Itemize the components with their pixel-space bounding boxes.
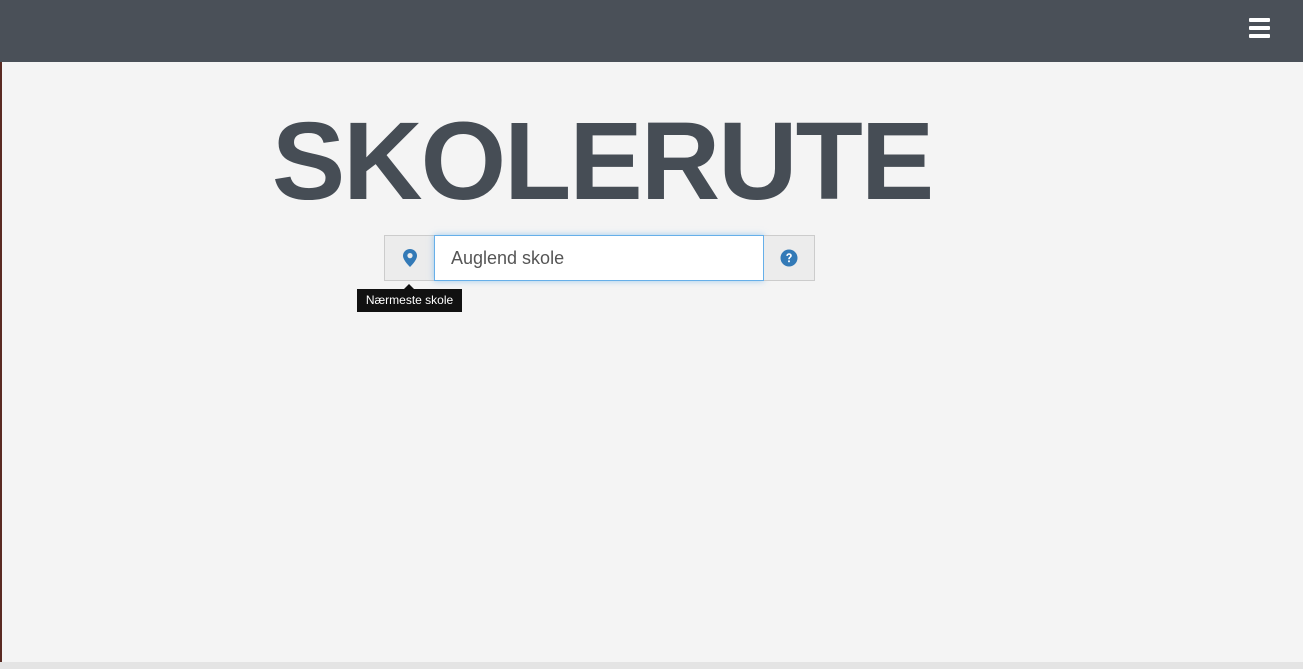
app-title: SKOLERUTE <box>271 100 934 223</box>
hamburger-menu-button[interactable] <box>1244 14 1274 46</box>
map-marker-icon <box>403 249 417 267</box>
menu-line <box>1249 18 1270 22</box>
help-button[interactable] <box>764 235 815 281</box>
question-circle-icon <box>780 249 798 267</box>
school-search-input[interactable] <box>434 235 764 281</box>
bottom-scroll-strip <box>0 662 1303 669</box>
nearest-school-tooltip: Nærmeste skole <box>357 289 462 312</box>
window-left-edge <box>0 0 2 669</box>
menu-line <box>1249 34 1270 38</box>
nearest-school-button[interactable] <box>384 235 435 281</box>
school-search-group <box>384 235 815 281</box>
menu-line <box>1249 26 1270 30</box>
top-navbar <box>0 0 1303 62</box>
